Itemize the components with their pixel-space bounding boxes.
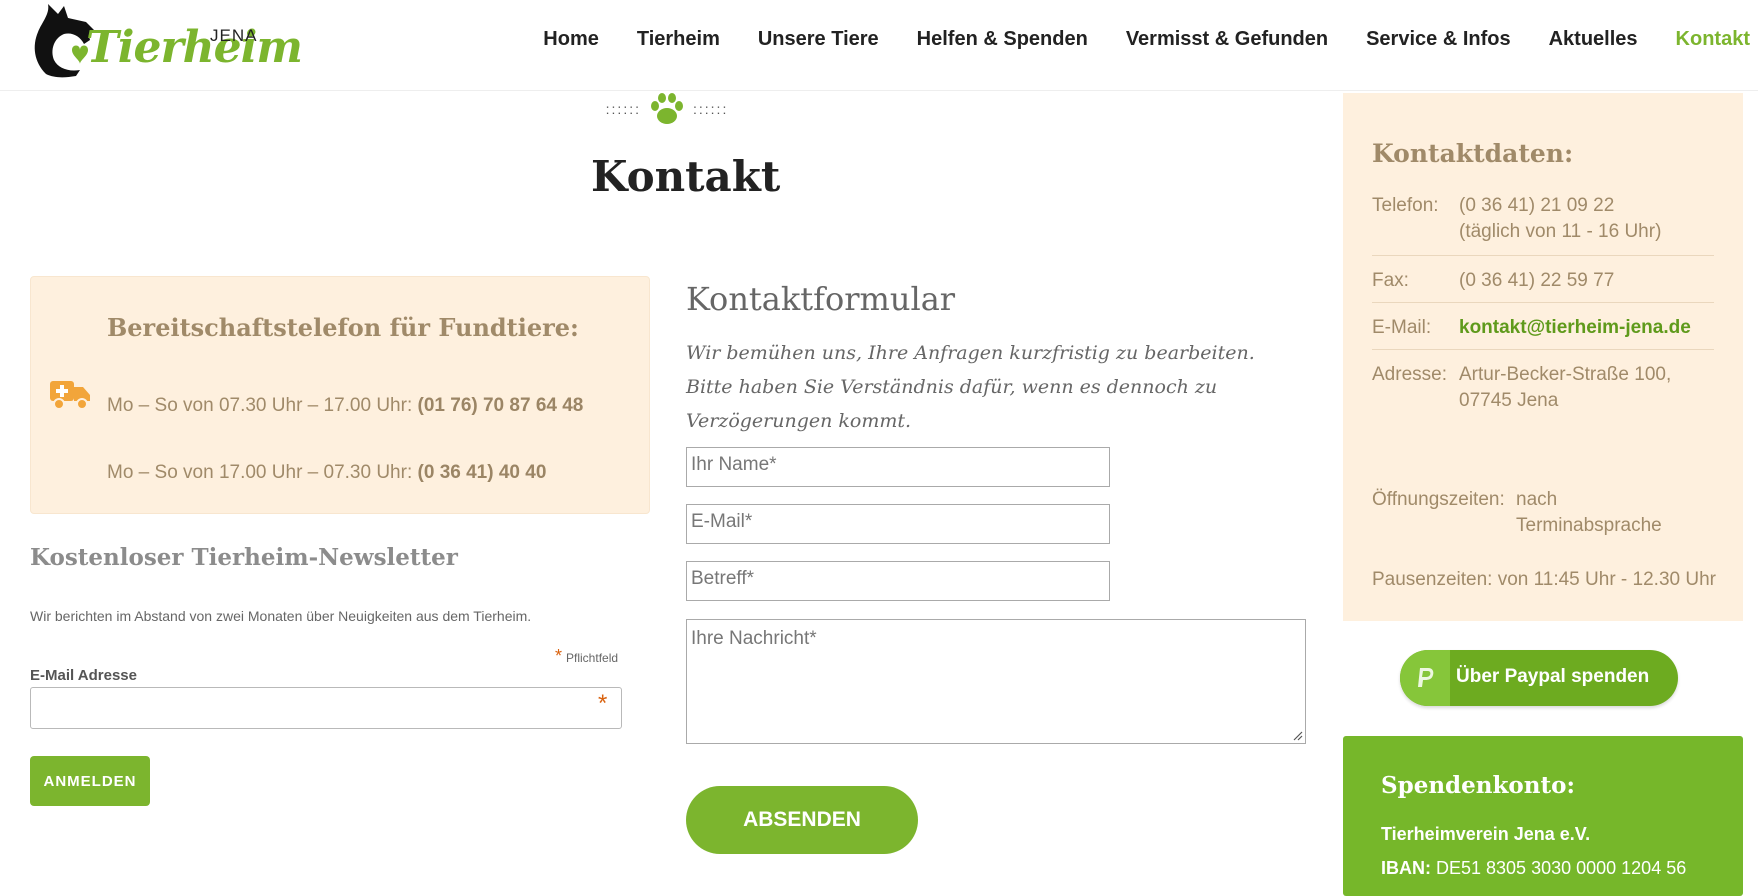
emergency-night-hours: Mo – So von 17.00 Uhr – 07.30 Uhr:: [107, 462, 418, 483]
paypal-label: Über Paypal spenden: [1456, 666, 1650, 687]
newsletter-email-label: E-Mail Adresse: [30, 667, 137, 684]
email-label: E-Mail:: [1372, 317, 1432, 338]
nav-service-infos[interactable]: Service & Infos: [1347, 26, 1530, 52]
message-field[interactable]: Ihre Nachricht*: [686, 619, 1306, 744]
required-star-icon: *: [555, 646, 563, 666]
ambulance-icon: [50, 381, 90, 410]
divider-dots-right: ::::::: [693, 101, 729, 117]
emergency-day-phone[interactable]: (01 76) 70 87 64 48: [418, 395, 584, 416]
emergency-line-night: Mo – So von 17.00 Uhr – 07.30 Uhr: (0 36…: [107, 462, 546, 484]
nav-unsere-tiere[interactable]: Unsere Tiere: [739, 26, 898, 52]
emergency-line-day: Mo – So von 07.30 Uhr – 17.00 Uhr: (01 7…: [107, 395, 583, 417]
subject-field[interactable]: Betreff*: [686, 561, 1110, 601]
fax-row: Fax: (0 36 41) 22 59 77: [1372, 268, 1714, 294]
resize-grip-icon[interactable]: [1293, 731, 1303, 741]
iban-value: DE51 8305 3030 0000 1204 56: [1431, 858, 1687, 878]
hours-label: Öffnungszeiten:: [1372, 489, 1505, 510]
emergency-day-hours: Mo – So von 07.30 Uhr – 17.00 Uhr:: [107, 395, 418, 416]
main-nav: Home Tierheim Unsere Tiere Helfen & Spen…: [524, 26, 1754, 52]
nav-home[interactable]: Home: [524, 26, 618, 52]
nav-vermisst-gefunden[interactable]: Vermisst & Gefunden: [1107, 26, 1347, 52]
ghost-menu-item: [1170, 104, 1174, 122]
address-label: Adresse:: [1372, 364, 1447, 385]
send-button[interactable]: ABSENDEN: [686, 786, 918, 854]
emergency-title: Bereitschaftstelefon für Fundtiere:: [107, 313, 579, 342]
divider: [1372, 255, 1714, 256]
contact-details-panel: Kontaktdaten: Telefon: (0 36 41) 21 09 2…: [1343, 93, 1743, 621]
contact-form-title: Kontaktformular: [686, 280, 956, 318]
message-placeholder: Ihre Nachricht*: [691, 628, 817, 649]
logo-wordmark: Tierheim: [86, 22, 303, 73]
email-field[interactable]: E-Mail*: [686, 504, 1110, 544]
required-note-text: Pflichtfeld: [566, 651, 619, 665]
newsletter-email-input[interactable]: [30, 687, 622, 729]
breaks-row: Pausenzeiten: von 11:45 Uhr - 12.30 Uhr: [1372, 567, 1716, 593]
required-note: * Pflichtfeld: [555, 646, 618, 667]
newsletter-subscribe-button[interactable]: ANMELDEN: [30, 756, 150, 806]
nav-aktuelles[interactable]: Aktuelles: [1530, 26, 1657, 52]
address-line1: Artur-Becker-Straße 100,: [1459, 364, 1672, 385]
fax-value: (0 36 41) 22 59 77: [1459, 270, 1615, 291]
iban-label: IBAN:: [1381, 858, 1431, 878]
emergency-night-phone[interactable]: (0 36 41) 40 40: [418, 462, 547, 483]
paypal-icon: [1418, 668, 1434, 687]
donation-title: Spendenkonto:: [1381, 772, 1575, 799]
phone-value[interactable]: (0 36 41) 21 09 22: [1459, 193, 1614, 219]
phone-label: Telefon:: [1372, 195, 1439, 216]
emergency-phone-box: Bereitschaftstelefon für Fundtiere: Mo –…: [30, 276, 650, 514]
paypal-donate-button[interactable]: Über Paypal spenden: [1400, 650, 1678, 706]
divider-dots-left: ::::::: [605, 101, 641, 117]
site-header: Tierheim JENA Home Tierheim Unsere Tiere…: [0, 0, 1758, 91]
email-row: E-Mail: kontakt@tierheim-jena.de: [1372, 315, 1714, 341]
logo[interactable]: Tierheim JENA: [28, 0, 303, 80]
hours-value2: Terminabsprache: [1516, 515, 1662, 536]
breaks-text: Pausenzeiten: von 11:45 Uhr - 12.30 Uhr: [1372, 569, 1716, 590]
paw-icon: [651, 93, 683, 124]
hours-row: Öffnungszeiten: nach Terminabsprache: [1372, 487, 1714, 539]
divider: [1372, 349, 1714, 350]
email-link[interactable]: kontakt@tierheim-jena.de: [1459, 315, 1691, 341]
phone-note: (täglich von 11 - 16 Uhr): [1459, 221, 1662, 242]
hours-value1: nach: [1516, 489, 1558, 510]
name-field[interactable]: Ihr Name*: [686, 447, 1110, 487]
logo-city: JENA: [210, 26, 258, 45]
phone-row: Telefon: (0 36 41) 21 09 22 (täglich von…: [1372, 193, 1714, 245]
page-title: Kontakt: [591, 152, 781, 201]
nav-kontakt[interactable]: Kontakt: [1657, 26, 1754, 52]
address-line2: 07745 Jena: [1459, 390, 1559, 411]
donation-iban: IBAN: DE51 8305 3030 0000 1204 56: [1381, 858, 1686, 879]
divider: [1372, 302, 1714, 303]
nav-tierheim[interactable]: Tierheim: [618, 26, 739, 52]
newsletter-title: Kostenloser Tierheim-Newsletter: [30, 544, 458, 571]
donation-account-panel: Spendenkonto: Tierheimverein Jena e.V. I…: [1343, 736, 1743, 896]
nav-helfen-spenden[interactable]: Helfen & Spenden: [898, 26, 1107, 52]
address-row: Adresse: Artur-Becker-Straße 100, 07745 …: [1372, 362, 1714, 414]
contact-details-title: Kontaktdaten:: [1372, 139, 1574, 168]
donation-org: Tierheimverein Jena e.V.: [1381, 824, 1591, 844]
contact-form-intro: Wir bemühen uns, Ihre Anfragen kurzfrist…: [686, 342, 1255, 432]
paw-divider: :::::: ::::::: [592, 92, 742, 126]
fax-label: Fax:: [1372, 270, 1409, 291]
required-star-icon: *: [598, 690, 608, 717]
newsletter-description: Wir berichten im Abstand von zwei Monate…: [30, 608, 532, 624]
